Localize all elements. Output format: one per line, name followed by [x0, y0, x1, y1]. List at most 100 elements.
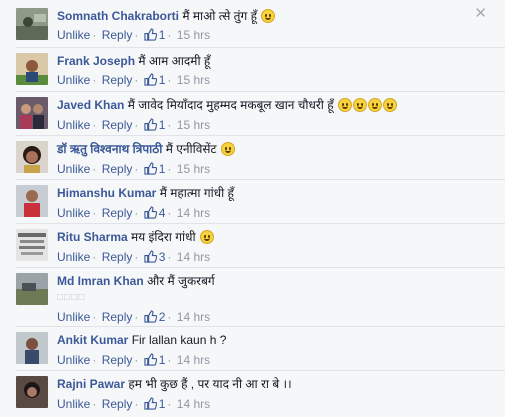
comment-actions: Unlike · Reply · 1 · 15 hrs — [57, 162, 211, 176]
comment-line: Md Imran Khan और मैं जुकरबर्ग — [57, 273, 465, 289]
grin-emoji-icon — [220, 142, 235, 156]
divider — [16, 91, 505, 92]
timestamp[interactable]: 14 hrs — [177, 250, 210, 264]
comment-author[interactable]: Himanshu Kumar — [57, 186, 156, 200]
thumbs-up-icon[interactable] — [144, 310, 157, 323]
comment-text: मैं जावेद मियाँदाद मुहम्मद मकबूल खान चौध… — [127, 98, 334, 112]
comment-line: डॉ ऋतु विश्वनाथ त्रिपाठी मैं एनीविसेंट — [57, 141, 465, 157]
thumbs-up-icon[interactable] — [144, 162, 157, 175]
avatar[interactable] — [16, 332, 48, 364]
comment-item: Md Imran Khan और मैं जुकरबर्ग □□□□ Unlik… — [0, 267, 505, 325]
comment-author[interactable]: Md Imran Khan — [57, 274, 144, 288]
comment-text: मैं माओ त्से तुंग हूँ — [182, 9, 257, 23]
thumbs-up-icon[interactable] — [144, 28, 157, 41]
comment-item: Rajni Pawar हम भी कुछ हैं , पर याद नी आ … — [0, 370, 505, 416]
thumbs-up-icon[interactable] — [144, 250, 157, 263]
unlike-button[interactable]: Unlike — [57, 250, 90, 264]
reply-button[interactable]: Reply — [102, 206, 133, 220]
timestamp[interactable]: 14 hrs — [177, 206, 210, 220]
thumbs-up-icon[interactable] — [144, 73, 157, 86]
unlike-button[interactable]: Unlike — [57, 397, 90, 411]
divider — [16, 223, 505, 224]
avatar[interactable] — [16, 97, 48, 129]
reply-button[interactable]: Reply — [102, 310, 133, 324]
timestamp[interactable]: 14 hrs — [177, 397, 210, 411]
timestamp[interactable]: 15 hrs — [177, 73, 210, 87]
like-count[interactable]: 1 — [159, 73, 166, 87]
timestamp[interactable]: 14 hrs — [177, 353, 210, 367]
timestamp[interactable]: 15 hrs — [177, 118, 210, 132]
divider — [16, 135, 505, 136]
divider — [16, 179, 505, 180]
avatar[interactable] — [16, 8, 48, 40]
comment-actions: Unlike · Reply · 2 · 14 hrs — [57, 310, 211, 324]
avatar[interactable] — [16, 141, 48, 173]
comment-line: Javed Khan मैं जावेद मियाँदाद मुहम्मद मक… — [57, 97, 465, 113]
comment-text: हम भी कुछ हैं , पर याद नी आ रा बे ।। — [128, 377, 292, 391]
avatar[interactable] — [16, 185, 48, 217]
comment-item: Somnath Chakraborti मैं माओ त्से तुंग हू… — [0, 8, 505, 48]
unlike-button[interactable]: Unlike — [57, 206, 90, 220]
comment-text: मैं महात्मा गांधी हूँ — [159, 186, 234, 200]
timestamp[interactable]: 15 hrs — [177, 28, 210, 42]
comment-text: मैं एनीविसेंट — [165, 142, 217, 156]
reply-button[interactable]: Reply — [102, 73, 133, 87]
avatar[interactable] — [16, 273, 48, 305]
laugh-emoji-icon — [382, 98, 397, 112]
reply-button[interactable]: Reply — [102, 118, 133, 132]
comment-author[interactable]: डॉ ऋतु विश्वनाथ त्रिपाठी — [57, 142, 162, 156]
comment-text: और मैं जुकरबर्ग — [147, 274, 215, 288]
comment-line: Somnath Chakraborti मैं माओ त्से तुंग हू… — [57, 8, 465, 24]
comment-author[interactable]: Ankit Kumar — [57, 333, 128, 347]
reply-button[interactable]: Reply — [102, 28, 133, 42]
like-count[interactable]: 1 — [159, 397, 166, 411]
avatar[interactable] — [16, 53, 48, 85]
comment-text: Fir lallan kaun h ? — [131, 333, 227, 347]
thumbs-up-icon[interactable] — [144, 206, 157, 219]
reply-button[interactable]: Reply — [102, 250, 133, 264]
avatar[interactable] — [16, 376, 48, 408]
comment-text: मय इंदिरा गांधी — [131, 230, 196, 244]
reply-button[interactable]: Reply — [102, 162, 133, 176]
like-count[interactable]: 3 — [159, 250, 166, 264]
smile-emoji-icon — [261, 9, 276, 23]
comment-item: Himanshu Kumar मैं महात्मा गांधी हूँ Unl… — [0, 179, 505, 225]
comment-author[interactable]: Frank Joseph — [57, 54, 135, 68]
comment-actions: Unlike · Reply · 1 · 14 hrs — [57, 397, 211, 411]
divider — [16, 370, 505, 371]
unlike-button[interactable]: Unlike — [57, 162, 90, 176]
comment-item: Frank Joseph मैं आम आदमी हूँ Unlike · Rep… — [0, 47, 505, 93]
comment-item: डॉ ऋतु विश्वनाथ त्रिपाठी मैं एनीविसेंट U… — [0, 135, 505, 181]
timestamp[interactable]: 14 hrs — [177, 310, 210, 324]
like-count[interactable]: 1 — [159, 118, 166, 132]
comment-line: Rajni Pawar हम भी कुछ हैं , पर याद नी आ … — [57, 376, 465, 392]
timestamp[interactable]: 15 hrs — [177, 162, 210, 176]
thumbs-up-icon[interactable] — [144, 397, 157, 410]
thumbs-up-icon[interactable] — [144, 353, 157, 366]
comment-line: Ankit Kumar Fir lallan kaun h ? — [57, 332, 465, 348]
comment-author[interactable]: Somnath Chakraborti — [57, 9, 179, 23]
comment-line: Ritu Sharma मय इंदिरा गांधी — [57, 229, 465, 245]
reply-button[interactable]: Reply — [102, 353, 133, 367]
laugh-emoji-icon — [352, 98, 367, 112]
comment-actions: Unlike · Reply · 3 · 14 hrs — [57, 250, 211, 264]
comment-author[interactable]: Rajni Pawar — [57, 377, 125, 391]
unlike-button[interactable]: Unlike — [57, 73, 90, 87]
like-count[interactable]: 2 — [159, 310, 166, 324]
divider — [16, 47, 505, 48]
comment-actions: Unlike · Reply · 4 · 14 hrs — [57, 206, 211, 220]
avatar[interactable] — [16, 229, 48, 261]
like-count[interactable]: 1 — [159, 353, 166, 367]
divider — [16, 267, 505, 268]
unlike-button[interactable]: Unlike — [57, 310, 90, 324]
comment-author[interactable]: Ritu Sharma — [57, 230, 128, 244]
unlike-button[interactable]: Unlike — [57, 353, 90, 367]
unlike-button[interactable]: Unlike — [57, 28, 90, 42]
reply-button[interactable]: Reply — [102, 397, 133, 411]
comment-author[interactable]: Javed Khan — [57, 98, 124, 112]
like-count[interactable]: 4 — [159, 206, 166, 220]
thumbs-up-icon[interactable] — [144, 118, 157, 131]
like-count[interactable]: 1 — [159, 28, 166, 42]
like-count[interactable]: 1 — [159, 162, 166, 176]
unlike-button[interactable]: Unlike — [57, 118, 90, 132]
